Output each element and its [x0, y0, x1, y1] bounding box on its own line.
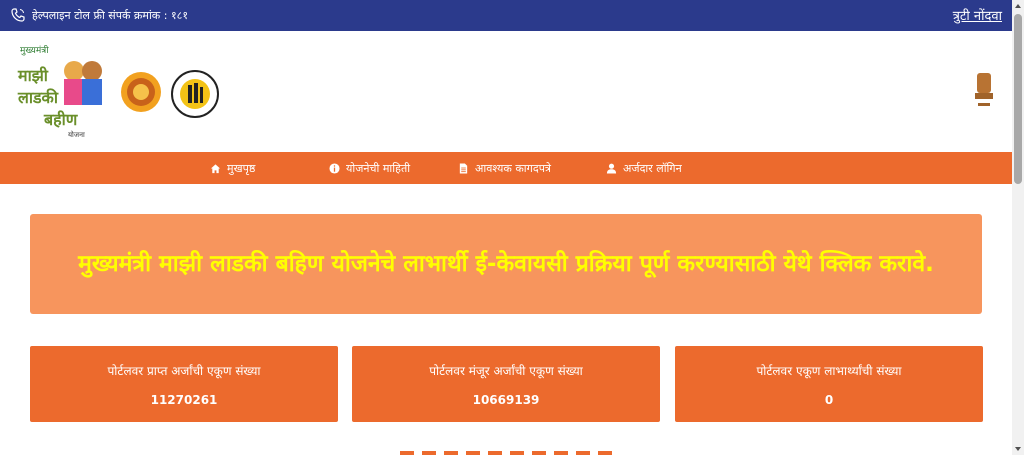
nav-home[interactable]: मुखपृष्ठ — [210, 161, 255, 176]
phone-icon — [11, 8, 25, 22]
main-navbar: मुखपृष्ठ योजनेची माहिती आवश्यक कागदपत्रे… — [0, 152, 1012, 184]
stat-card-received: पोर्टलवर प्राप्त अर्जांची एकूण संख्या 11… — [30, 346, 338, 422]
national-emblem-logo — [975, 73, 993, 106]
home-icon — [210, 164, 221, 174]
wcd-department-logo — [171, 70, 219, 118]
stat-card-beneficiaries: पोर्टलवर एकूण लाभार्थ्यांची संख्या 0 — [675, 346, 983, 422]
site-header: मुख्यमंत्री माझी लाडकी बहीण योजना — [0, 31, 1012, 152]
helpline-text: हेल्पलाइन टोल फ्री संपर्क क्रमांक : १८१ — [32, 9, 189, 22]
stat-label: पोर्टलवर प्राप्त अर्जांची एकूण संख्या — [107, 364, 261, 378]
stat-value: 0 — [824, 393, 834, 407]
report-error-link[interactable]: त्रुटी नोंदवा — [953, 6, 1002, 24]
logo-text-line1: माझी — [17, 66, 49, 85]
info-icon — [329, 163, 340, 174]
nav-applicant-login-label: अर्जदार लॉगिन — [623, 162, 682, 175]
logo-text-line3: बहीण — [43, 110, 79, 129]
stat-label: पोर्टलवर एकूण लाभार्थ्यांची संख्या — [756, 364, 902, 378]
scroll-up-arrow-icon[interactable] — [1014, 2, 1022, 10]
logo-text-bottom: योजना — [68, 130, 85, 139]
stat-label: पोर्टलवर मंजूर अर्जांची एकूण संख्या — [429, 364, 583, 378]
nav-scheme-info[interactable]: योजनेची माहिती — [329, 161, 410, 176]
section-heading-cutoff — [400, 448, 620, 455]
logo-text-top: मुख्यमंत्री — [20, 44, 49, 56]
ekyc-banner-text: मुख्यमंत्री माझी लाडकी बहिण योजनेचे लाभा… — [78, 251, 934, 277]
user-icon — [606, 163, 617, 174]
ladki-bahin-logo[interactable]: मुख्यमंत्री माझी लाडकी बहीण योजना — [16, 41, 108, 141]
stat-value: 11270261 — [150, 393, 218, 407]
logo-text-line2: लाडकी — [17, 88, 59, 107]
nav-home-label: मुखपृष्ठ — [227, 162, 256, 175]
nav-required-documents-label: आवश्यक कागदपत्रे — [475, 162, 552, 175]
stat-card-approved: पोर्टलवर मंजूर अर्जांची एकूण संख्या 1066… — [352, 346, 660, 422]
page-scrollbar[interactable] — [1012, 0, 1024, 455]
scrollbar-thumb[interactable] — [1014, 14, 1022, 184]
helpline-bar: हेल्पलाइन टोल फ्री संपर्क क्रमांक : १८१ … — [0, 0, 1012, 31]
document-icon — [459, 163, 468, 174]
scroll-down-arrow-icon[interactable] — [1014, 445, 1022, 453]
stat-value: 10669139 — [472, 393, 540, 407]
ekyc-banner[interactable]: मुख्यमंत्री माझी लाडकी बहिण योजनेचे लाभा… — [30, 214, 982, 314]
nav-required-documents[interactable]: आवश्यक कागदपत्रे — [458, 161, 551, 176]
nav-scheme-info-label: योजनेची माहिती — [346, 162, 411, 175]
maharashtra-seal-logo — [121, 72, 161, 112]
nav-applicant-login[interactable]: अर्जदार लॉगिन — [606, 161, 682, 176]
